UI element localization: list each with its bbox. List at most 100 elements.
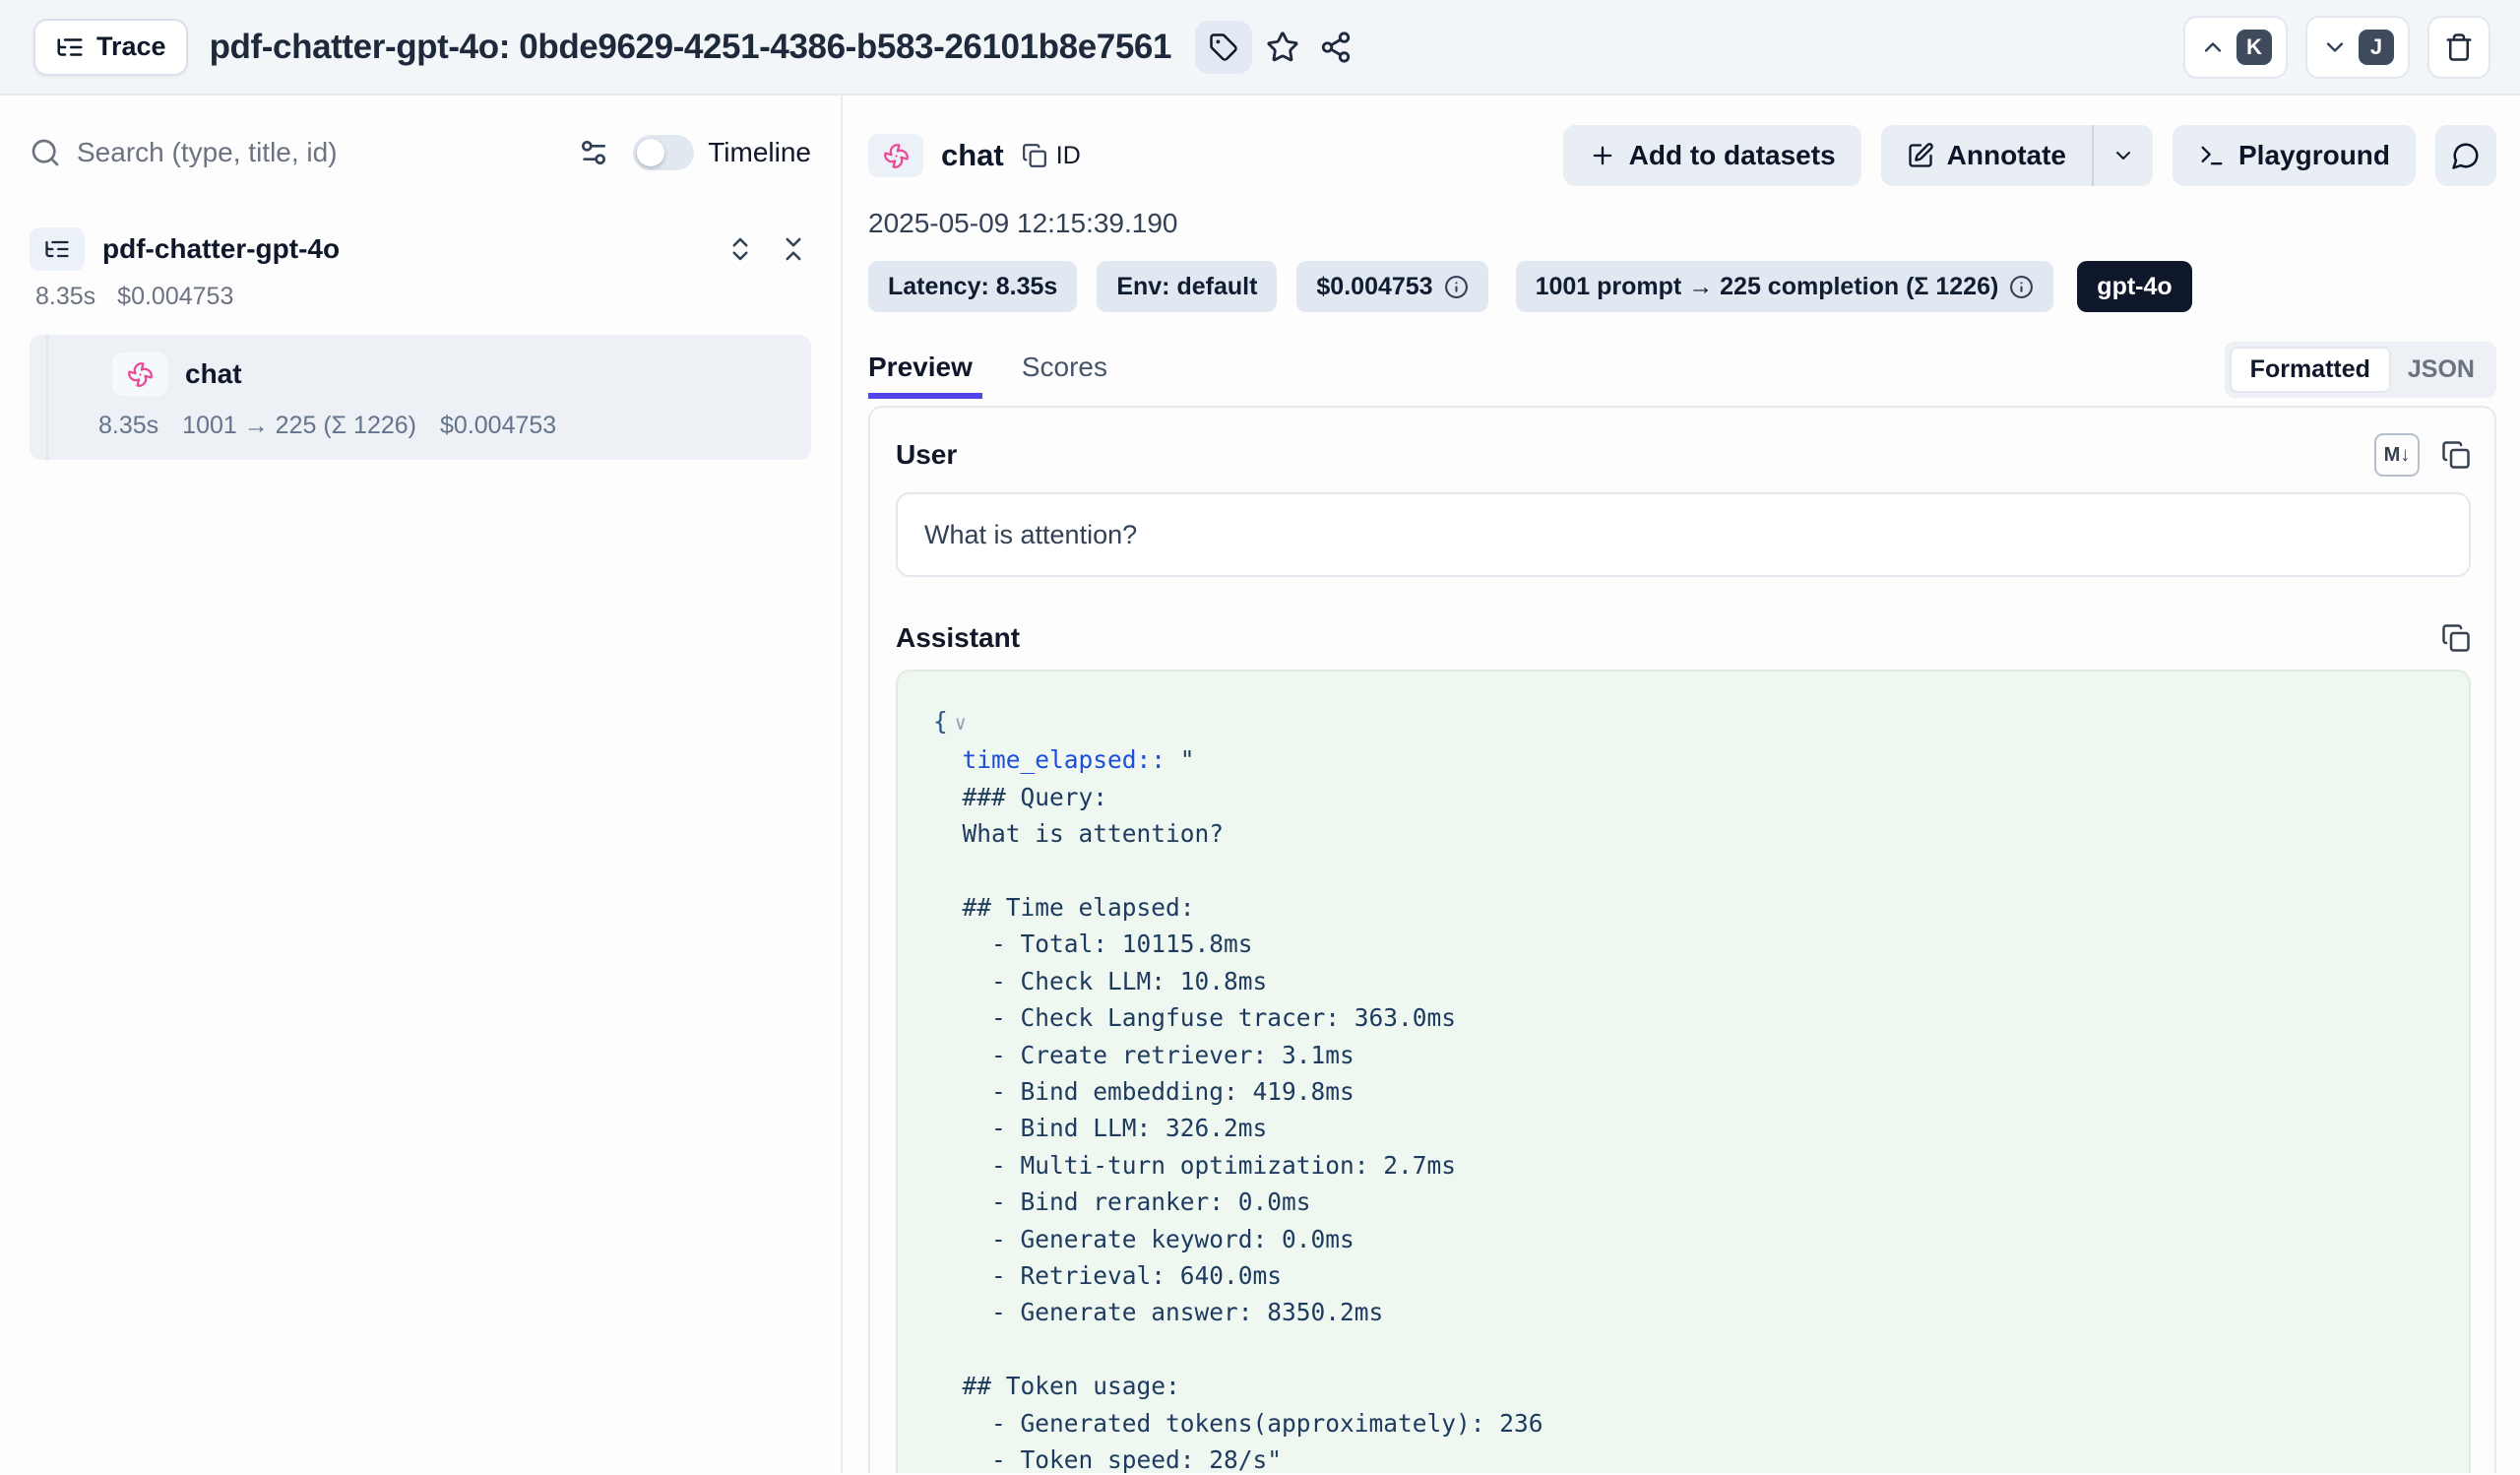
chevron-down-icon (2321, 33, 2349, 61)
playground-button[interactable]: Playground (2173, 125, 2416, 186)
tag-button[interactable] (1195, 21, 1252, 74)
format-toggle-json[interactable]: JSON (2391, 349, 2491, 391)
expand-all-button[interactable] (723, 231, 758, 267)
code-line: What is attention? (933, 815, 2433, 852)
code-segment-str: - Bind reranker: 0.0ms (933, 1187, 1311, 1216)
share-button[interactable] (1313, 25, 1358, 70)
code-line: ## Token usage: (933, 1368, 2433, 1404)
trace-topbar: Trace pdf-chatter-gpt-4o: 0bde9629-4251-… (0, 0, 2520, 96)
tree-guide-line (46, 335, 48, 460)
collapse-chevron-icon[interactable]: ∨ (948, 711, 967, 735)
fan-generation-icon (883, 143, 910, 169)
chat-cost: $0.004753 (440, 412, 556, 440)
terminal-icon (2198, 142, 2226, 169)
code-segment-str: ## Token usage: (933, 1372, 1180, 1400)
timeline-toggle-label: Timeline (708, 137, 811, 168)
metadata-badges: Latency: 8.35s Env: default $0.004753 10… (868, 261, 2496, 312)
format-toggle-formatted[interactable]: Formatted (2230, 347, 2391, 393)
kbd-shortcut-j: J (2359, 30, 2394, 65)
assistant-message-box: {∨ time_elapsed:: " ### Query: What is a… (896, 670, 2471, 1473)
annotate-dropdown-button[interactable] (2094, 125, 2153, 186)
trace-node-metrics: 8.35s $0.004753 (35, 283, 811, 311)
square-pen-icon (1907, 142, 1934, 169)
copy-id-button[interactable]: ID (1022, 142, 1081, 170)
delete-trace-button[interactable] (2427, 16, 2490, 79)
add-to-datasets-button[interactable]: Add to datasets (1563, 125, 1861, 186)
code-line: ## Time elapsed: (933, 889, 2433, 926)
trace-tree: pdf-chatter-gpt-4o 8.35s $0.004753 (30, 227, 811, 460)
user-section-heading: User (896, 439, 957, 471)
generation-icon-badge (868, 134, 923, 177)
toggle-knob (637, 139, 664, 166)
trace-node-label: pdf-chatter-gpt-4o (102, 233, 340, 265)
code-segment-str: ### Query: (933, 783, 1107, 811)
copy-assistant-content-button[interactable] (2441, 623, 2471, 653)
tree-node-chat[interactable]: chat 8.35s 1001 → 225 (Σ 1226) $0.004753 (30, 335, 811, 460)
token-usage-badge: 1001 prompt → 225 completion (Σ 1226) (1516, 261, 2054, 312)
collapse-all-button[interactable] (776, 231, 811, 267)
code-line: - Bind LLM: 326.2ms (933, 1110, 2433, 1146)
info-icon[interactable] (2009, 275, 2034, 299)
code-line: - Generated tokens(approximately): 236 (933, 1405, 2433, 1442)
comments-button[interactable] (2435, 125, 2496, 186)
copy-icon (2441, 623, 2471, 653)
code-line: - Check Langfuse tracer: 363.0ms (933, 999, 2433, 1036)
code-segment-str: - Total: 10115.8ms (933, 930, 1253, 958)
code-segment-str: - Generated tokens(approximately): 236 (933, 1409, 1544, 1438)
copy-icon (1022, 143, 1047, 168)
next-trace-button[interactable]: J (2305, 16, 2410, 79)
view-options-icon[interactable] (578, 137, 609, 168)
markdown-toggle-button[interactable]: M↓ (2374, 433, 2420, 477)
tab-preview[interactable]: Preview (868, 352, 1016, 397)
code-segment-key: time_elapsed:: (933, 745, 1166, 774)
chat-latency: 8.35s (98, 412, 158, 440)
code-segment-str: - Retrieval: 640.0ms (933, 1261, 1282, 1290)
annotate-button[interactable]: Annotate (1881, 125, 2092, 186)
star-icon (1266, 31, 1299, 64)
assistant-section-heading: Assistant (896, 622, 1020, 654)
code-segment-str: ## Time elapsed: (933, 893, 1195, 922)
cost-value: $0.004753 (1316, 273, 1432, 301)
format-toggle: Formatted JSON (2225, 342, 2496, 398)
trace-badge-label: Trace (96, 32, 166, 62)
kbd-shortcut-k: K (2236, 30, 2272, 65)
timeline-toggle[interactable] (633, 135, 694, 170)
code-segment-str: " (1166, 745, 1195, 774)
code-line: - Bind embedding: 419.8ms (933, 1073, 2433, 1110)
code-segment-str: - Check LLM: 10.8ms (933, 967, 1267, 995)
chevron-up-icon (2199, 33, 2227, 61)
chat-tokens: 1001 → 225 (Σ 1226) (182, 412, 416, 440)
trace-type-badge[interactable]: Trace (33, 19, 188, 76)
code-segment-str: - Create retriever: 3.1ms (933, 1041, 1354, 1069)
code-line (933, 1331, 2433, 1368)
search-input[interactable] (77, 137, 578, 168)
copy-id-label: ID (1056, 142, 1081, 170)
trace-cost: $0.004753 (117, 283, 233, 311)
cost-badge: $0.004753 (1296, 261, 1487, 312)
chevrons-down-up-icon (779, 234, 808, 264)
list-tree-icon (43, 235, 71, 263)
chat-node-label: chat (185, 358, 242, 390)
code-line: - Retrieval: 640.0ms (933, 1257, 2433, 1294)
code-line: ### Query: (933, 779, 2433, 815)
info-icon[interactable] (1444, 275, 1469, 299)
copy-user-content-button[interactable] (2441, 440, 2471, 470)
code-line: - Generate answer: 8350.2ms (933, 1294, 2433, 1330)
prev-trace-button[interactable]: K (2183, 16, 2288, 79)
code-line (933, 853, 2433, 889)
observation-timestamp: 2025-05-09 12:15:39.190 (868, 208, 2496, 239)
trash-icon (2444, 32, 2474, 62)
tab-scores[interactable]: Scores (1016, 352, 1151, 397)
env-badge: Env: default (1097, 261, 1277, 312)
generation-icon-badge (112, 353, 167, 396)
copy-icon (2441, 440, 2471, 470)
code-line: - Generate keyword: 0.0ms (933, 1221, 2433, 1257)
code-segment-str: - Bind embedding: 419.8ms (933, 1077, 1354, 1106)
tree-node-trace[interactable]: pdf-chatter-gpt-4o (30, 227, 811, 271)
chat-node-metrics: 8.35s 1001 → 225 (Σ 1226) $0.004753 (30, 412, 811, 440)
code-line: {∨ (933, 703, 2433, 741)
annotate-label: Annotate (1947, 140, 2066, 171)
model-badge: gpt-4o (2077, 261, 2191, 312)
code-segment-str: - Generate answer: 8350.2ms (933, 1298, 1383, 1326)
star-button[interactable] (1260, 25, 1305, 70)
